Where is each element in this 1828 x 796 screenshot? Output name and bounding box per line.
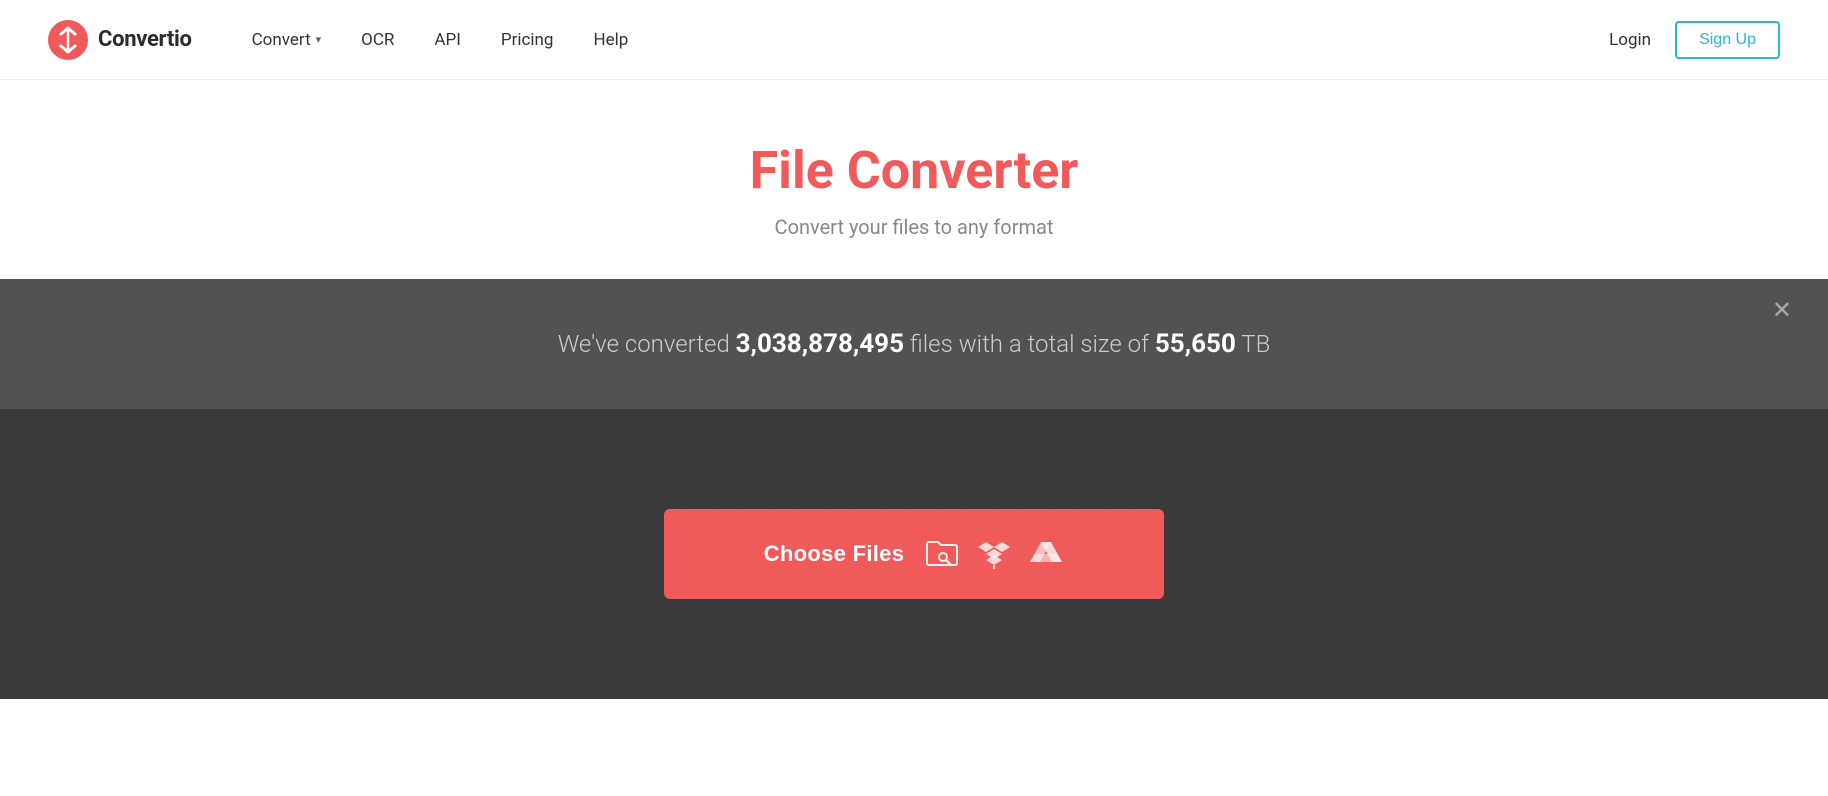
- hero-section: File Converter Convert your files to any…: [0, 80, 1828, 279]
- folder-search-icon: [924, 536, 960, 572]
- stats-bar: We've converted 3,038,878,495 files with…: [0, 279, 1828, 409]
- chevron-down-icon: ▾: [316, 33, 322, 46]
- stats-prefix: We've converted: [558, 330, 736, 358]
- choose-files-label: Choose Files: [764, 541, 905, 567]
- nav-pricing[interactable]: Pricing: [501, 30, 554, 50]
- hero-title: File Converter: [20, 140, 1808, 201]
- dropbox-icon: [976, 536, 1012, 572]
- logo-icon: [48, 20, 88, 60]
- nav-right: Login Sign Up: [1609, 21, 1780, 59]
- login-link[interactable]: Login: [1609, 30, 1651, 50]
- stats-size: 55,650: [1155, 329, 1236, 359]
- brand-name: Convertio: [98, 27, 192, 52]
- converter-box: ✕ We've converted 3,038,878,495 files wi…: [0, 279, 1828, 699]
- choose-files-button[interactable]: Choose Files: [664, 509, 1164, 599]
- close-button[interactable]: ✕: [1772, 299, 1792, 323]
- nav-help[interactable]: Help: [593, 30, 628, 50]
- stats-suffix: TB: [1236, 330, 1270, 358]
- stats-middle: files with a total size of: [904, 330, 1155, 358]
- stats-text: We've converted 3,038,878,495 files with…: [20, 329, 1808, 359]
- google-drive-icon: [1028, 536, 1064, 572]
- nav-convert[interactable]: Convert ▾: [252, 30, 322, 50]
- navbar: Convertio Convert ▾ OCR API Pricing Help…: [0, 0, 1828, 80]
- signup-button[interactable]: Sign Up: [1675, 21, 1780, 59]
- upload-section: Choose Files: [0, 409, 1828, 699]
- nav-api[interactable]: API: [434, 30, 460, 50]
- hero-subtitle: Convert your files to any format: [20, 215, 1808, 239]
- stats-count: 3,038,878,495: [736, 329, 904, 359]
- logo-area: Convertio: [48, 20, 192, 60]
- nav-links: Convert ▾ OCR API Pricing Help: [252, 30, 1610, 50]
- nav-ocr[interactable]: OCR: [361, 30, 394, 50]
- file-icons: [924, 536, 1064, 572]
